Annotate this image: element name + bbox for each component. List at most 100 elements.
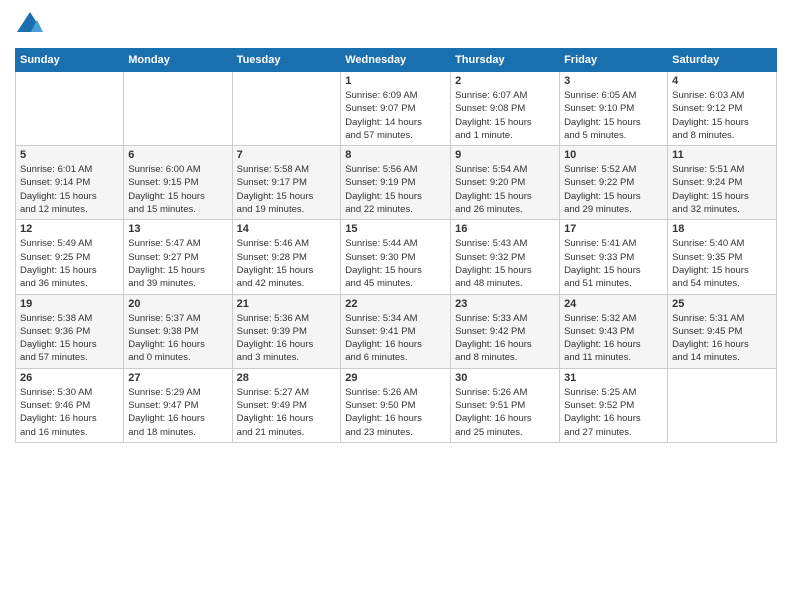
day-info: Sunrise: 6:01 AM Sunset: 9:14 PM Dayligh… (20, 163, 119, 216)
calendar-header-thursday: Thursday (451, 49, 560, 72)
day-info: Sunrise: 5:44 AM Sunset: 9:30 PM Dayligh… (345, 237, 446, 290)
day-info: Sunrise: 6:00 AM Sunset: 9:15 PM Dayligh… (128, 163, 227, 216)
day-number: 31 (564, 372, 663, 384)
day-number: 19 (20, 298, 119, 310)
calendar-cell: 13Sunrise: 5:47 AM Sunset: 9:27 PM Dayli… (124, 220, 232, 294)
calendar-cell: 20 Sunrise: 5:37 AM Sunset: 9:38 PM Dayli… (124, 294, 232, 368)
day-number: 6 (128, 149, 227, 161)
day-number: 12 (20, 223, 119, 235)
calendar-header-saturday: Saturday (668, 49, 777, 72)
day-number: 24 (564, 298, 663, 310)
day-number: 15 (345, 223, 446, 235)
day-info: Sunrise: 6:07 AM Sunset: 9:08 PM Dayligh… (455, 89, 555, 142)
calendar-week-4: 19 Sunrise: 5:38 AM Sunset: 9:36 PM Dayli… (16, 294, 777, 368)
calendar-cell: 3 Sunrise: 6:05 AM Sunset: 9:10 PM Daylig… (560, 72, 668, 146)
calendar-cell (16, 72, 124, 146)
calendar-cell: 25 Sunrise: 5:31 AM Sunset: 9:45 PM Dayli… (668, 294, 777, 368)
day-number: 27 (128, 372, 227, 384)
day-info: Sunrise: 5:49 AM Sunset: 9:25 PM Dayligh… (20, 237, 119, 290)
day-info: Sunrise: 6:09 AM Sunset: 9:07 PM Dayligh… (345, 89, 446, 142)
day-info: Sunrise: 5:56 AM Sunset: 9:19 PM Dayligh… (345, 163, 446, 216)
day-number: 18 (672, 223, 772, 235)
calendar-week-5: 26Sunrise: 5:30 AM Sunset: 9:46 PM Dayli… (16, 368, 777, 442)
day-info: Sunrise: 5:34 AM Sunset: 9:41 PM Dayligh… (345, 312, 446, 365)
day-number: 17 (564, 223, 663, 235)
calendar-header-wednesday: Wednesday (341, 49, 451, 72)
day-info: Sunrise: 5:40 AM Sunset: 9:35 PM Dayligh… (672, 237, 772, 290)
day-number: 4 (672, 75, 772, 87)
calendar-header-row: SundayMondayTuesdayWednesdayThursdayFrid… (16, 49, 777, 72)
calendar-cell: 18 Sunrise: 5:40 AM Sunset: 9:35 PM Dayli… (668, 220, 777, 294)
day-number: 9 (455, 149, 555, 161)
calendar-header-monday: Monday (124, 49, 232, 72)
calendar-cell: 5 Sunrise: 6:01 AM Sunset: 9:14 PM Daylig… (16, 146, 124, 220)
day-number: 25 (672, 298, 772, 310)
day-number: 11 (672, 149, 772, 161)
day-info: Sunrise: 5:38 AM Sunset: 9:36 PM Dayligh… (20, 312, 119, 365)
day-number: 29 (345, 372, 446, 384)
day-number: 22 (345, 298, 446, 310)
calendar-cell: 31 Sunrise: 5:25 AM Sunset: 9:52 PM Dayli… (560, 368, 668, 442)
day-info: Sunrise: 5:31 AM Sunset: 9:45 PM Dayligh… (672, 312, 772, 365)
day-number: 1 (345, 75, 446, 87)
calendar-cell (232, 72, 341, 146)
calendar-week-2: 5 Sunrise: 6:01 AM Sunset: 9:14 PM Daylig… (16, 146, 777, 220)
day-info: Sunrise: 5:43 AM Sunset: 9:32 PM Dayligh… (455, 237, 555, 290)
calendar-cell: 7 Sunrise: 5:58 AM Sunset: 9:17 PM Daylig… (232, 146, 341, 220)
day-number: 21 (237, 298, 337, 310)
day-info: Sunrise: 5:37 AM Sunset: 9:38 PM Dayligh… (128, 312, 227, 365)
day-info: Sunrise: 5:26 AM Sunset: 9:50 PM Dayligh… (345, 386, 446, 439)
calendar-cell: 26Sunrise: 5:30 AM Sunset: 9:46 PM Dayli… (16, 368, 124, 442)
day-number: 3 (564, 75, 663, 87)
calendar-cell: 29 Sunrise: 5:26 AM Sunset: 9:50 PM Dayli… (341, 368, 451, 442)
day-number: 20 (128, 298, 227, 310)
day-info: Sunrise: 5:32 AM Sunset: 9:43 PM Dayligh… (564, 312, 663, 365)
calendar-cell: 4 Sunrise: 6:03 AM Sunset: 9:12 PM Daylig… (668, 72, 777, 146)
calendar-cell: 15 Sunrise: 5:44 AM Sunset: 9:30 PM Dayli… (341, 220, 451, 294)
calendar-cell: 27Sunrise: 5:29 AM Sunset: 9:47 PM Dayli… (124, 368, 232, 442)
day-number: 23 (455, 298, 555, 310)
day-number: 26 (20, 372, 119, 384)
day-info: Sunrise: 5:25 AM Sunset: 9:52 PM Dayligh… (564, 386, 663, 439)
calendar-header-tuesday: Tuesday (232, 49, 341, 72)
calendar-header-sunday: Sunday (16, 49, 124, 72)
calendar-cell: 9 Sunrise: 5:54 AM Sunset: 9:20 PM Daylig… (451, 146, 560, 220)
day-number: 2 (455, 75, 555, 87)
calendar-cell: 24 Sunrise: 5:32 AM Sunset: 9:43 PM Dayli… (560, 294, 668, 368)
calendar-cell: 16Sunrise: 5:43 AM Sunset: 9:32 PM Dayli… (451, 220, 560, 294)
day-info: Sunrise: 6:05 AM Sunset: 9:10 PM Dayligh… (564, 89, 663, 142)
day-info: Sunrise: 5:51 AM Sunset: 9:24 PM Dayligh… (672, 163, 772, 216)
calendar: SundayMondayTuesdayWednesdayThursdayFrid… (15, 48, 777, 443)
calendar-cell: 14 Sunrise: 5:46 AM Sunset: 9:28 PM Dayli… (232, 220, 341, 294)
calendar-cell: 2 Sunrise: 6:07 AM Sunset: 9:08 PM Daylig… (451, 72, 560, 146)
calendar-cell: 6 Sunrise: 6:00 AM Sunset: 9:15 PM Daylig… (124, 146, 232, 220)
day-number: 14 (237, 223, 337, 235)
day-info: Sunrise: 6:03 AM Sunset: 9:12 PM Dayligh… (672, 89, 772, 142)
logo (15, 10, 49, 40)
calendar-cell: 17Sunrise: 5:41 AM Sunset: 9:33 PM Dayli… (560, 220, 668, 294)
day-number: 13 (128, 223, 227, 235)
logo-icon (15, 10, 45, 40)
day-info: Sunrise: 5:54 AM Sunset: 9:20 PM Dayligh… (455, 163, 555, 216)
calendar-cell (124, 72, 232, 146)
day-info: Sunrise: 5:33 AM Sunset: 9:42 PM Dayligh… (455, 312, 555, 365)
calendar-cell: 11 Sunrise: 5:51 AM Sunset: 9:24 PM Dayli… (668, 146, 777, 220)
calendar-week-1: 1 Sunrise: 6:09 AM Sunset: 9:07 PM Daylig… (16, 72, 777, 146)
day-info: Sunrise: 5:36 AM Sunset: 9:39 PM Dayligh… (237, 312, 337, 365)
calendar-cell: 22 Sunrise: 5:34 AM Sunset: 9:41 PM Dayli… (341, 294, 451, 368)
day-number: 5 (20, 149, 119, 161)
day-number: 10 (564, 149, 663, 161)
calendar-cell: 23 Sunrise: 5:33 AM Sunset: 9:42 PM Dayli… (451, 294, 560, 368)
calendar-cell: 8Sunrise: 5:56 AM Sunset: 9:19 PM Daylig… (341, 146, 451, 220)
calendar-cell: 21 Sunrise: 5:36 AM Sunset: 9:39 PM Dayli… (232, 294, 341, 368)
day-number: 7 (237, 149, 337, 161)
calendar-cell: 10 Sunrise: 5:52 AM Sunset: 9:22 PM Dayli… (560, 146, 668, 220)
page: SundayMondayTuesdayWednesdayThursdayFrid… (0, 0, 792, 612)
day-info: Sunrise: 5:26 AM Sunset: 9:51 PM Dayligh… (455, 386, 555, 439)
day-number: 28 (237, 372, 337, 384)
day-info: Sunrise: 5:58 AM Sunset: 9:17 PM Dayligh… (237, 163, 337, 216)
calendar-cell: 1 Sunrise: 6:09 AM Sunset: 9:07 PM Daylig… (341, 72, 451, 146)
calendar-week-3: 12 Sunrise: 5:49 AM Sunset: 9:25 PM Dayli… (16, 220, 777, 294)
day-info: Sunrise: 5:46 AM Sunset: 9:28 PM Dayligh… (237, 237, 337, 290)
day-info: Sunrise: 5:52 AM Sunset: 9:22 PM Dayligh… (564, 163, 663, 216)
